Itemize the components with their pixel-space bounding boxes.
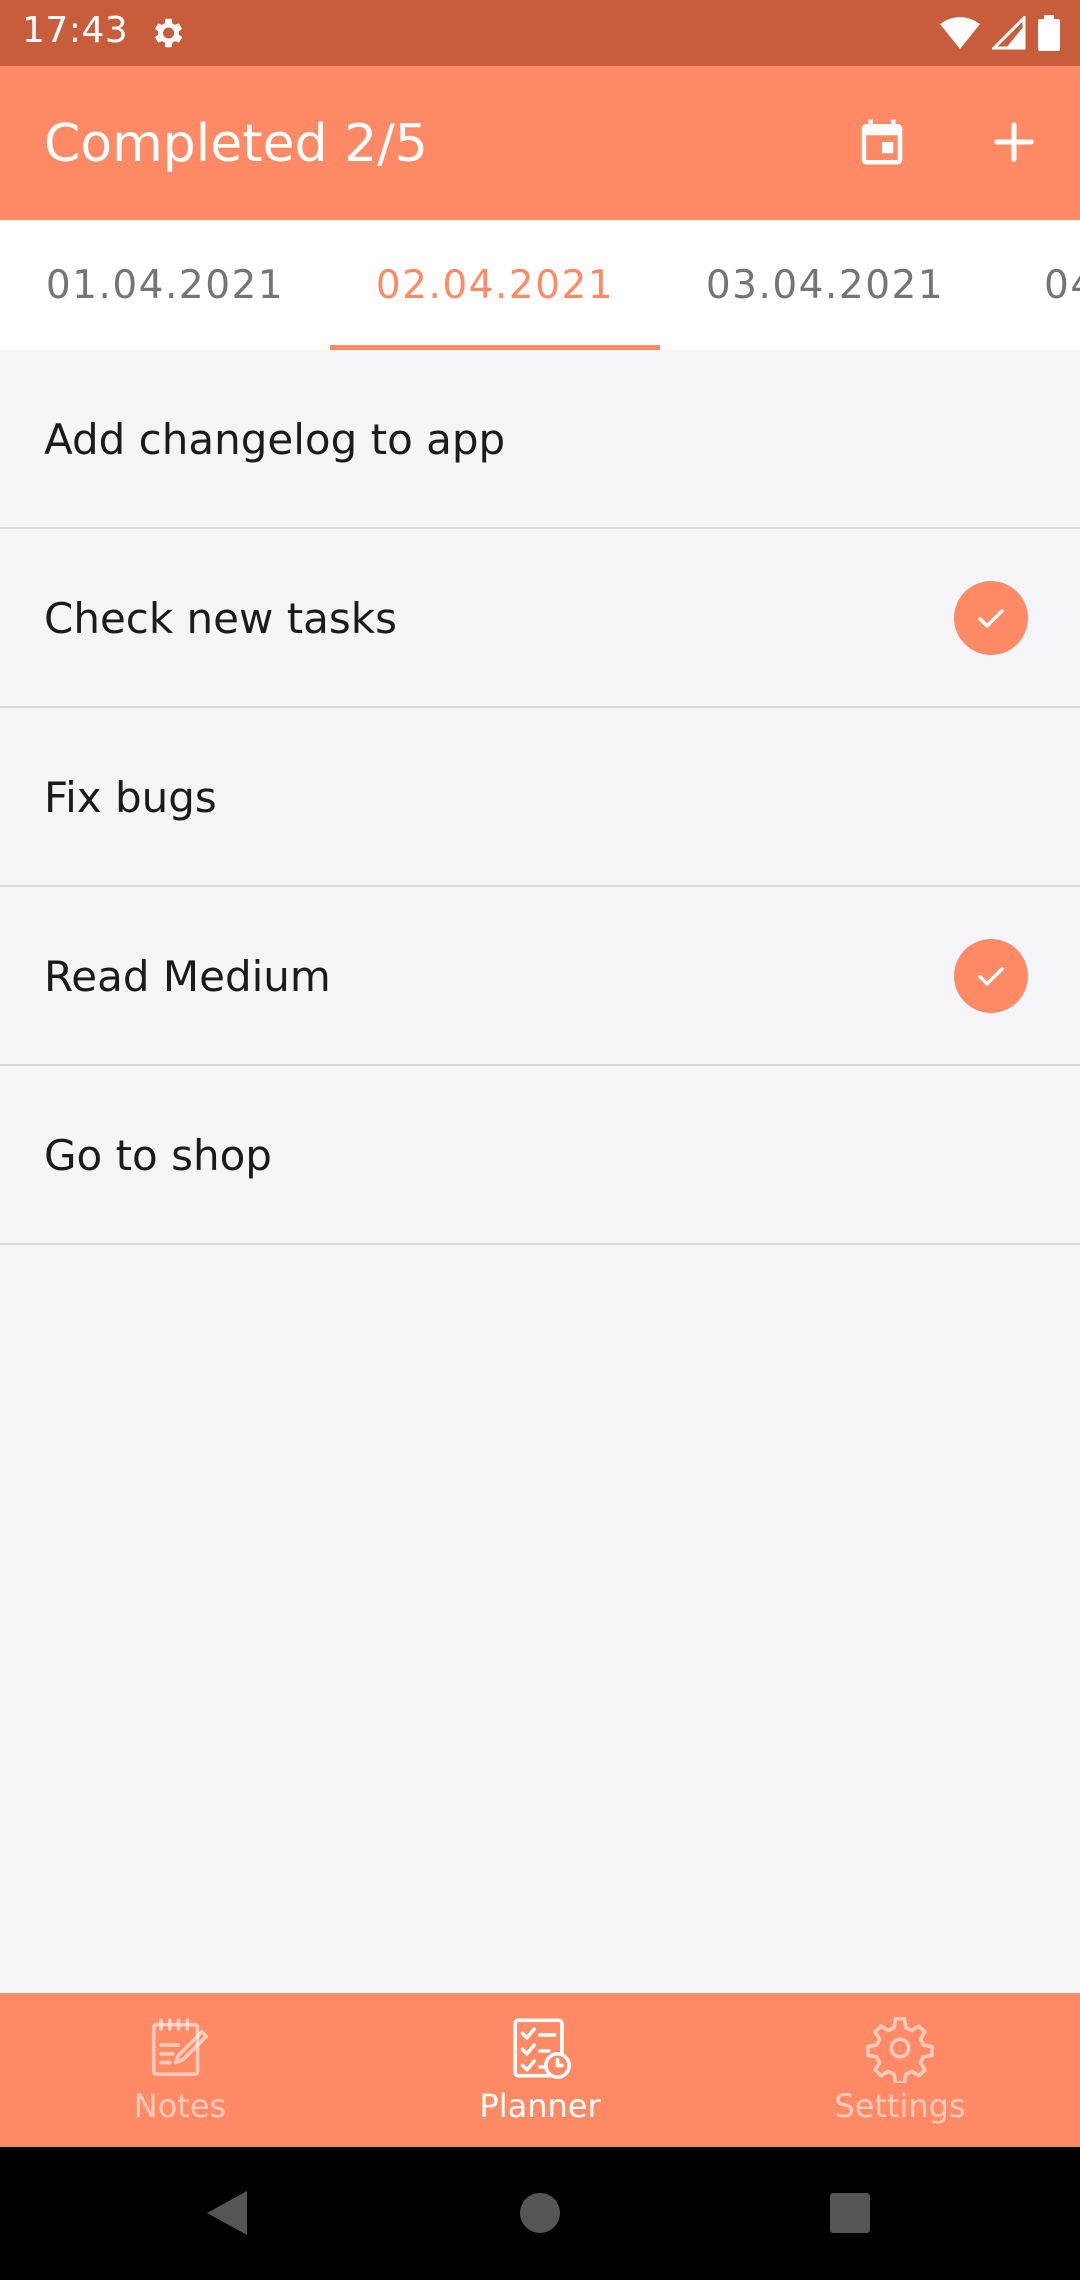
nav-label-planner: Planner	[479, 2087, 601, 2125]
task-title: Read Medium	[44, 952, 331, 1001]
wifi-icon	[940, 17, 980, 49]
task-title: Go to shop	[44, 1131, 272, 1180]
home-circle-icon	[520, 2193, 560, 2233]
battery-icon	[1038, 15, 1060, 51]
task-row[interactable]: Fix bugs	[0, 708, 1080, 887]
recents-square-icon	[830, 2193, 870, 2233]
calendar-icon	[861, 119, 903, 165]
status-bar: 17:43	[0, 0, 1080, 66]
planner-icon	[513, 2018, 571, 2079]
nav-item-planner[interactable]: Planner	[360, 1993, 720, 2147]
task-list: Add changelog to app Check new tasks Fix…	[0, 350, 1080, 1245]
add-button[interactable]	[978, 106, 1050, 178]
task-row[interactable]: Add changelog to app	[0, 350, 1080, 529]
task-title: Add changelog to app	[44, 415, 506, 464]
settings-icon	[866, 2017, 934, 2083]
tab-date-3[interactable]: 03.04.2021	[660, 220, 990, 350]
calendar-button[interactable]	[846, 106, 918, 178]
tab-date-4[interactable]: 04	[990, 220, 1080, 350]
nav-label-settings: Settings	[834, 2087, 966, 2125]
status-time: 17:43	[22, 10, 129, 51]
nav-item-settings[interactable]: Settings	[720, 1993, 1080, 2147]
cellular-signal-icon	[992, 16, 1026, 50]
add-icon	[994, 122, 1034, 162]
date-tab-bar: 01.04.2021 02.04.2021 03.04.2021 04	[0, 220, 1080, 350]
system-back-button[interactable]	[196, 2183, 256, 2243]
system-recents-button[interactable]	[820, 2183, 880, 2243]
notes-icon	[151, 2018, 209, 2077]
tab-date-1[interactable]: 01.04.2021	[0, 220, 330, 350]
back-triangle-icon	[207, 2191, 247, 2235]
system-navigation-bar	[0, 2147, 1080, 2280]
nav-item-notes[interactable]: Notes	[0, 1993, 360, 2147]
nav-label-notes: Notes	[133, 2087, 227, 2125]
task-title: Check new tasks	[44, 594, 398, 643]
completed-check-icon[interactable]	[954, 939, 1028, 1013]
task-row[interactable]: Read Medium	[0, 887, 1080, 1066]
app-bar: Completed 2/5	[0, 66, 1080, 220]
page-title: Completed 2/5	[44, 114, 428, 174]
bottom-navigation: Notes Planner Settings	[0, 1993, 1080, 2147]
tab-date-2[interactable]: 02.04.2021	[330, 220, 660, 350]
completed-check-icon[interactable]	[954, 581, 1028, 655]
system-home-button[interactable]	[510, 2183, 570, 2243]
task-row[interactable]: Go to shop	[0, 1066, 1080, 1245]
settings-gear-icon	[154, 18, 183, 48]
task-title: Fix bugs	[44, 773, 217, 822]
task-row[interactable]: Check new tasks	[0, 529, 1080, 708]
